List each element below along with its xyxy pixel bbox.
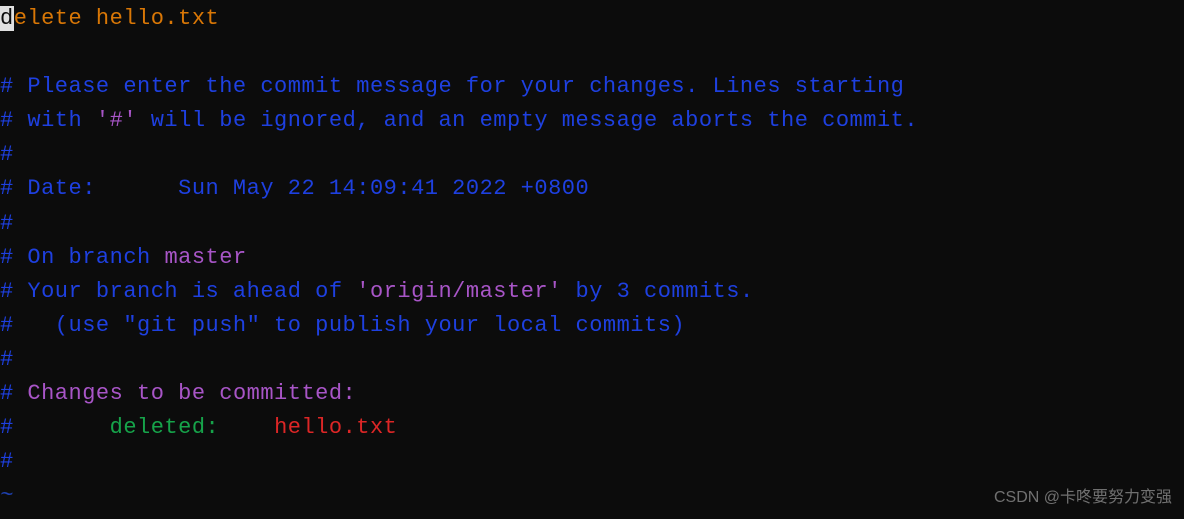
comment-line-push-hint: # (use "git push" to publish your local … xyxy=(0,309,1184,343)
comment-line-date: # Date: Sun May 22 14:09:41 2022 +0800 xyxy=(0,172,1184,206)
comment-line-3: # xyxy=(0,138,1184,172)
comment-line-ahead: # Your branch is ahead of 'origin/master… xyxy=(0,275,1184,309)
commit-message-text: elete hello.txt xyxy=(14,6,220,31)
comment-line-branch: # On branch master xyxy=(0,241,1184,275)
comment-line-deleted-file: # deleted: hello.txt xyxy=(0,411,1184,445)
comment-line-2: # with '#' will be ignored, and an empty… xyxy=(0,104,1184,138)
comment-line-5: # xyxy=(0,207,1184,241)
comment-line-1: # Please enter the commit message for yo… xyxy=(0,70,1184,104)
comment-line-12: # xyxy=(0,445,1184,479)
blank-line xyxy=(0,36,1184,70)
comment-line-9: # xyxy=(0,343,1184,377)
commit-message-line[interactable]: delete hello.txt xyxy=(0,2,1184,36)
comment-line-changes: # Changes to be committed: xyxy=(0,377,1184,411)
watermark-text: CSDN @卡咚要努力变强 xyxy=(994,486,1172,511)
cursor: d xyxy=(0,6,14,31)
